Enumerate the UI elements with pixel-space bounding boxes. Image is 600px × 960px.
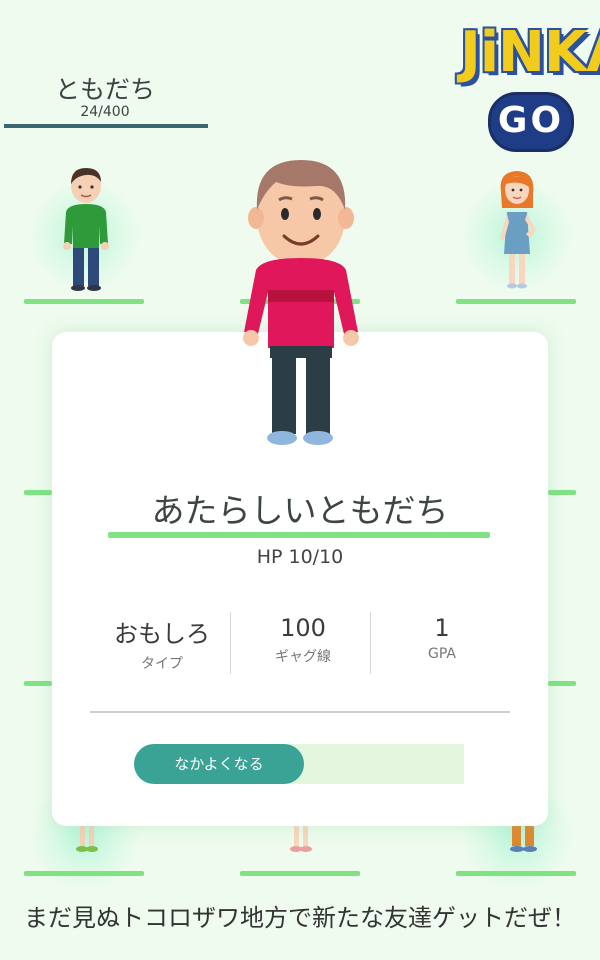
- friend-green-sweater[interactable]: [56, 164, 116, 294]
- friend-floor: [24, 871, 144, 876]
- befriend-button[interactable]: なかよくなる: [134, 744, 304, 784]
- stat-gpa-label: GPA: [428, 646, 456, 662]
- friend-partial-right: [510, 826, 537, 852]
- friend-name: あたらしいともだち: [151, 491, 449, 530]
- header-underline: [4, 124, 208, 128]
- friend-blue-dress[interactable]: [488, 168, 548, 292]
- logo-word: JiNKA: [460, 20, 600, 85]
- friend-name-underline: [108, 532, 490, 538]
- friend-floor: [24, 681, 52, 686]
- stat-type: おもしろ タイプ: [92, 614, 232, 673]
- tagline: まだ見ぬトコロザワ地方で新たな友達ゲットだぜ！: [24, 904, 576, 932]
- stat-type-label: タイプ: [141, 656, 183, 672]
- friend-floor: [456, 299, 576, 304]
- friend-floor: [456, 871, 576, 876]
- friend-floor: [548, 681, 576, 686]
- logo-go-ball: GO: [488, 92, 574, 152]
- friend-partial-middle: [290, 826, 312, 852]
- friend-floor: [240, 871, 360, 876]
- main-character: [243, 160, 359, 445]
- stat-gag-value: 100: [280, 614, 326, 642]
- stat-gpa: 1 GPA: [372, 614, 512, 662]
- card-divider: [90, 711, 510, 713]
- friends-title: ともだち: [54, 75, 155, 104]
- friend-hp: HP 10/10: [256, 546, 344, 568]
- friend-floor: [24, 299, 144, 304]
- stat-gpa-value: 1: [434, 614, 450, 642]
- friends-count: 24/400: [80, 104, 130, 120]
- stat-gag-label: ギャグ線: [275, 649, 331, 665]
- stat-gag: 100 ギャグ線: [233, 614, 373, 666]
- jinka-go-logo: JiNKA GO: [458, 16, 600, 152]
- stat-type-value: おもしろ: [114, 620, 210, 648]
- friend-partial-left: [76, 826, 98, 852]
- stat-divider: [370, 612, 371, 674]
- stat-divider: [230, 612, 231, 674]
